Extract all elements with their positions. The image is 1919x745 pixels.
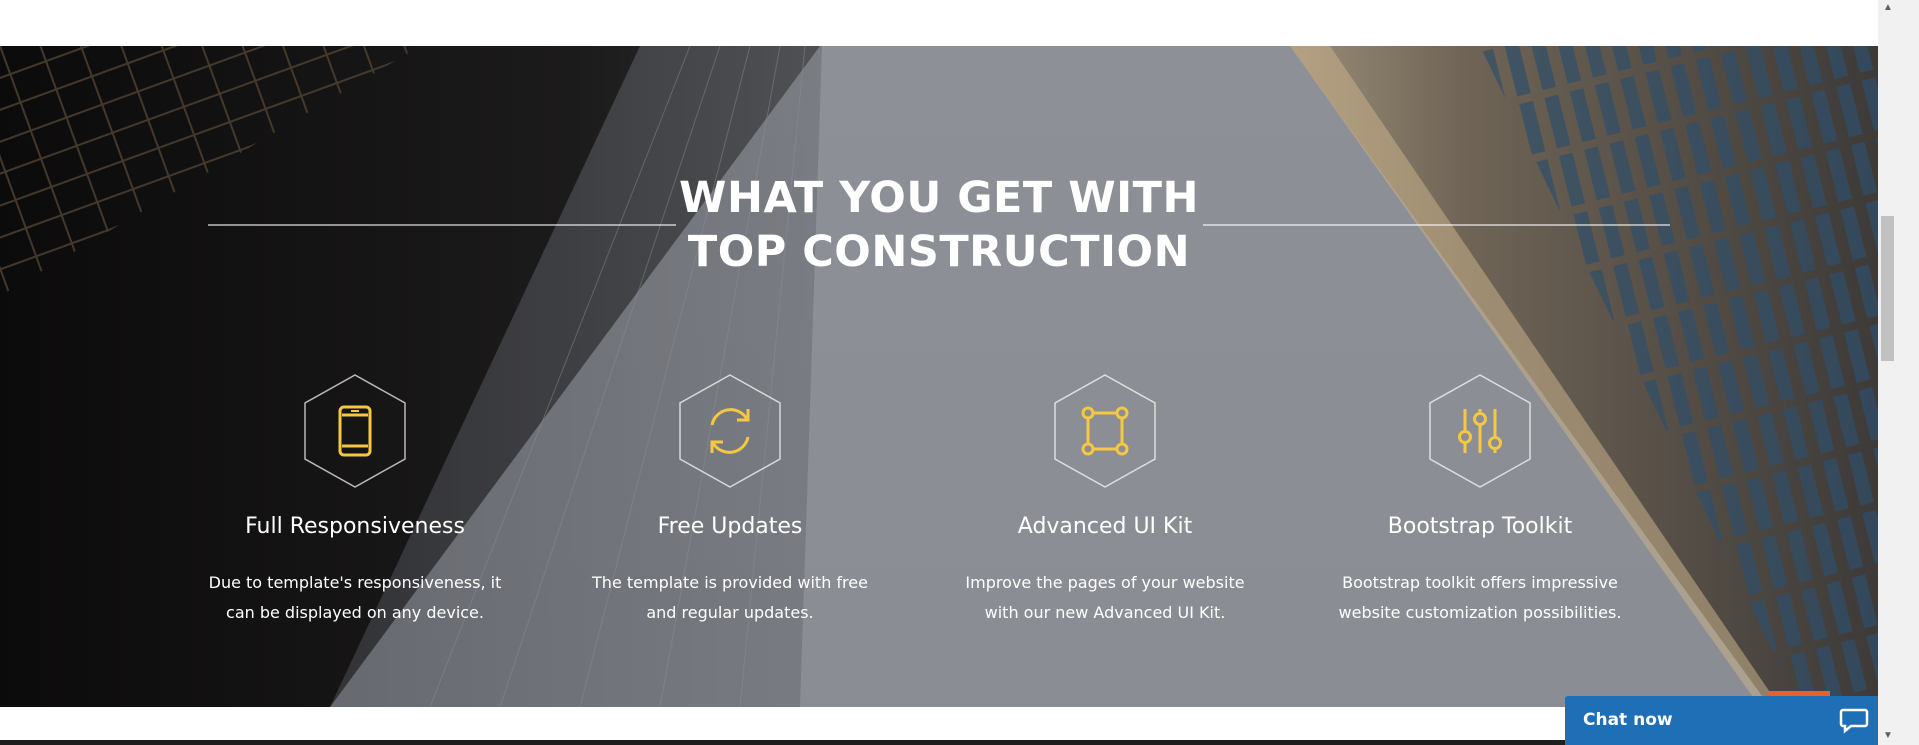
chat-bubble-icon — [1839, 708, 1869, 734]
chat-now-label: Chat now — [1583, 710, 1673, 730]
feature-title: Full Responsiveness — [245, 514, 465, 539]
scroll-down-arrow-icon[interactable]: ▼ — [1880, 730, 1896, 742]
page-top-area — [0, 0, 1878, 46]
feature-description: Due to template's responsiveness, it can… — [208, 573, 502, 622]
chat-now-widget[interactable]: Chat now — [1565, 696, 1883, 745]
scroll-up-arrow-icon[interactable]: ▲ — [1880, 2, 1896, 14]
refresh-icon — [679, 374, 781, 488]
scrollbar-thumb[interactable] — [1881, 216, 1894, 361]
feature-description: Bootstrap toolkit offers impressive webs… — [1338, 573, 1622, 622]
sliders-icon — [1429, 374, 1531, 488]
section-title-line-2: TOP CONSTRUCTION — [687, 227, 1191, 277]
section-heading: WHAT YOU GET WITH TOP CONSTRUCTION — [0, 171, 1878, 279]
features-section: WHAT YOU GET WITH TOP CONSTRUCTION Full … — [0, 46, 1878, 707]
feature-description: Improve the pages of your website with o… — [965, 573, 1245, 622]
section-title: WHAT YOU GET WITH TOP CONSTRUCTION — [679, 171, 1199, 279]
feature-title: Bootstrap Toolkit — [1387, 514, 1573, 539]
feature-title: Advanced UI Kit — [1017, 514, 1193, 539]
section-title-line-1: WHAT YOU GET WITH — [679, 173, 1199, 223]
page-scrollbar[interactable]: ▲ ▼ — [1878, 0, 1919, 745]
feature-description: The template is provided with free and r… — [592, 573, 868, 622]
feature-title: Free Updates — [657, 514, 803, 539]
vector-square-icon — [1054, 374, 1156, 488]
smartphone-icon — [304, 374, 406, 488]
